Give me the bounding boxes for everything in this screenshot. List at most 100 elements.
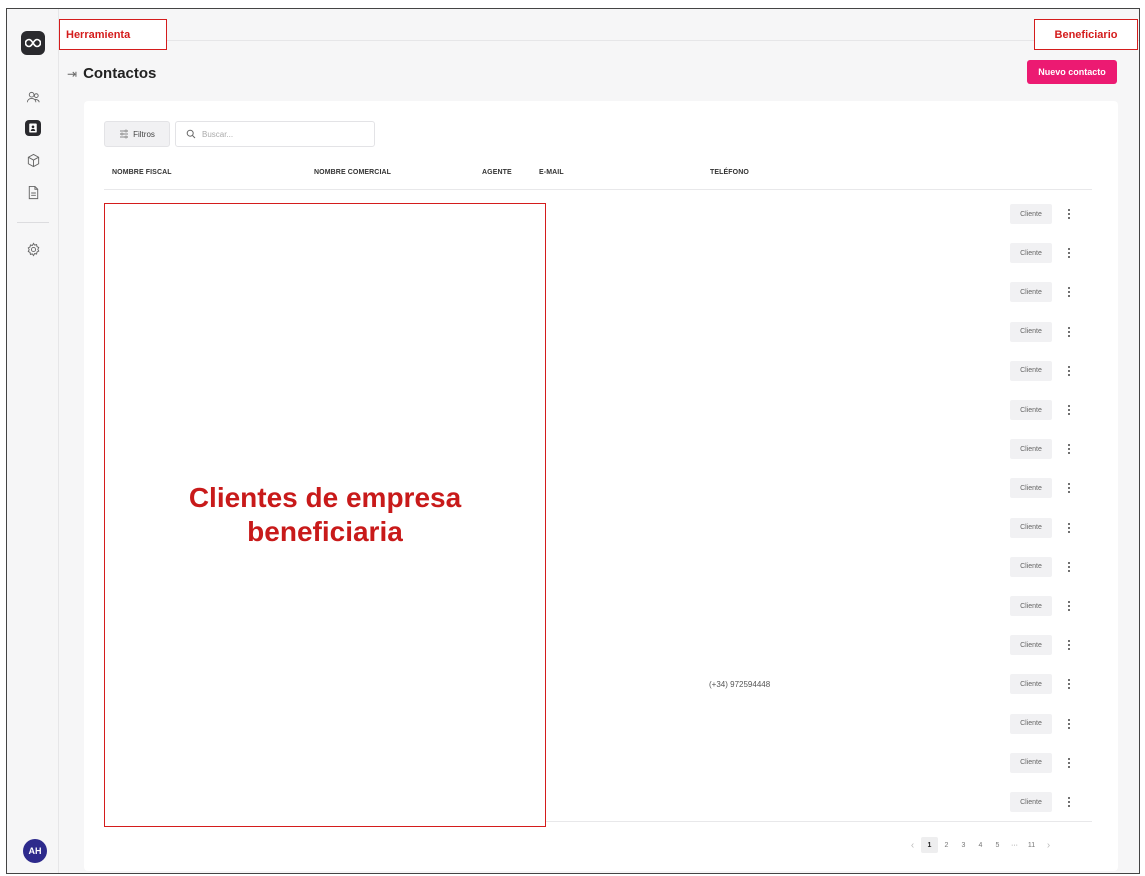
column-header-email[interactable]: E-MAIL bbox=[539, 169, 564, 176]
row-actions-kebab-icon[interactable] bbox=[1064, 243, 1074, 263]
kebab-dot bbox=[1068, 256, 1070, 259]
row-actions-kebab-icon[interactable] bbox=[1064, 557, 1074, 577]
row-actions-kebab-icon[interactable] bbox=[1064, 792, 1074, 812]
column-header-nombre-comercial[interactable]: NOMBRE COMERCIAL bbox=[314, 169, 391, 176]
row-actions-kebab-icon[interactable] bbox=[1064, 714, 1074, 734]
row-actions-kebab-icon[interactable] bbox=[1064, 204, 1074, 224]
search-box[interactable] bbox=[175, 121, 375, 147]
contact-type-badge: Cliente bbox=[1010, 360, 1052, 381]
kebab-dot bbox=[1068, 248, 1070, 251]
pagination-page-4[interactable]: 4 bbox=[972, 837, 989, 853]
kebab-dot bbox=[1068, 491, 1070, 494]
kebab-dot bbox=[1068, 530, 1070, 533]
kebab-dot bbox=[1068, 487, 1070, 490]
contact-type-badge: Cliente bbox=[1010, 478, 1052, 499]
kebab-dot bbox=[1068, 683, 1070, 686]
sidebar-item-address-book[interactable] bbox=[25, 120, 41, 136]
row-actions-kebab-icon[interactable] bbox=[1064, 518, 1074, 538]
kebab-dot bbox=[1068, 334, 1070, 337]
row-actions-kebab-icon[interactable] bbox=[1064, 361, 1074, 381]
kebab-dot bbox=[1068, 209, 1070, 211]
contact-type-badge: Cliente bbox=[1010, 752, 1052, 773]
kebab-dot bbox=[1068, 761, 1070, 764]
contact-type-badge: Cliente bbox=[1010, 400, 1052, 420]
annotation-beneficiary-label: Beneficiario bbox=[1034, 19, 1138, 50]
column-header-nombre-fiscal[interactable]: NOMBRE FISCAL bbox=[112, 169, 172, 176]
kebab-dot bbox=[1068, 291, 1070, 294]
kebab-dot bbox=[1068, 369, 1070, 372]
kebab-dot bbox=[1068, 413, 1070, 415]
table-header-divider bbox=[104, 189, 1092, 190]
column-header-agente[interactable]: AGENTE bbox=[482, 169, 512, 176]
kebab-dot bbox=[1068, 757, 1070, 760]
kebab-dot bbox=[1068, 605, 1070, 607]
kebab-dot bbox=[1068, 648, 1070, 651]
pagination-page-11[interactable]: 11 bbox=[1023, 837, 1040, 853]
settings-gear-icon bbox=[27, 242, 39, 256]
sidebar-item-settings[interactable] bbox=[23, 239, 43, 259]
row-actions-kebab-icon[interactable] bbox=[1064, 322, 1074, 342]
pagination-prev-button[interactable]: ‹ bbox=[904, 837, 921, 853]
kebab-dot bbox=[1068, 330, 1070, 333]
contact-type-badge: Cliente bbox=[1010, 243, 1052, 264]
row-actions-kebab-icon[interactable] bbox=[1064, 400, 1074, 420]
row-actions-kebab-icon[interactable] bbox=[1064, 596, 1074, 616]
pagination-ellipsis[interactable]: ··· bbox=[1006, 837, 1023, 853]
kebab-dot bbox=[1068, 687, 1070, 690]
kebab-dot bbox=[1068, 444, 1070, 447]
pagination-page-1[interactable]: 1 bbox=[921, 837, 938, 853]
row-actions-kebab-icon[interactable] bbox=[1064, 753, 1074, 773]
contact-type-badge: Cliente bbox=[1010, 204, 1052, 224]
kebab-dot bbox=[1068, 526, 1070, 529]
filters-button[interactable]: Filtros bbox=[104, 121, 170, 147]
contact-type-badge: Cliente bbox=[1010, 439, 1052, 460]
kebab-dot bbox=[1068, 679, 1070, 682]
search-icon bbox=[186, 129, 196, 139]
pagination-page-2[interactable]: 2 bbox=[938, 837, 955, 853]
annotation-tool-label: Herramienta bbox=[59, 19, 167, 50]
row-actions-kebab-icon[interactable] bbox=[1064, 635, 1074, 655]
kebab-dot bbox=[1068, 644, 1070, 647]
sidebar-item-products[interactable] bbox=[23, 150, 43, 170]
page-header: ⇥ Contactos bbox=[67, 65, 156, 82]
row-actions-kebab-icon[interactable] bbox=[1064, 674, 1074, 694]
pagination-next-button[interactable]: › bbox=[1040, 837, 1057, 853]
sidebar-item-documents[interactable] bbox=[23, 182, 43, 202]
search-input[interactable] bbox=[202, 129, 362, 139]
kebab-dot bbox=[1068, 483, 1070, 486]
page-title: Contactos bbox=[83, 65, 157, 82]
row-actions-kebab-icon[interactable] bbox=[1064, 478, 1074, 498]
kebab-dot bbox=[1068, 365, 1070, 368]
row-actions-kebab-icon[interactable] bbox=[1064, 439, 1074, 459]
app-logo[interactable] bbox=[21, 31, 45, 55]
kebab-dot bbox=[1068, 722, 1070, 725]
kebab-dot bbox=[1068, 326, 1070, 329]
sidebar-divider bbox=[17, 222, 49, 223]
kebab-dot bbox=[1068, 565, 1070, 568]
kebab-dot bbox=[1068, 609, 1070, 611]
kebab-dot bbox=[1068, 448, 1070, 451]
contacts-group-icon bbox=[26, 91, 40, 102]
pagination: ‹ 1 2 3 4 5 ··· 11 › bbox=[904, 837, 1057, 853]
annotation-region-label: Clientes de empresa beneficiaria bbox=[188, 482, 462, 547]
sidebar-item-contacts-group[interactable] bbox=[23, 87, 43, 107]
filter-sliders-icon bbox=[120, 129, 129, 139]
pagination-page-3[interactable]: 3 bbox=[955, 837, 972, 853]
column-header-telefono[interactable]: TELÉFONO bbox=[710, 169, 749, 176]
kebab-dot bbox=[1068, 295, 1070, 298]
contact-type-badge: Cliente bbox=[1010, 713, 1052, 734]
kebab-dot bbox=[1068, 405, 1070, 407]
contact-type-badge: Cliente bbox=[1010, 635, 1052, 656]
contact-type-badge: Cliente bbox=[1010, 517, 1052, 538]
kebab-dot bbox=[1068, 801, 1070, 803]
contact-type-badge: Cliente bbox=[1010, 282, 1052, 303]
pagination-page-5[interactable]: 5 bbox=[989, 837, 1006, 853]
filters-label: Filtros bbox=[133, 129, 155, 139]
document-icon bbox=[28, 185, 38, 199]
kebab-dot bbox=[1068, 640, 1070, 643]
user-avatar[interactable]: AH bbox=[23, 839, 47, 863]
expand-panel-icon[interactable]: ⇥ bbox=[67, 67, 77, 81]
new-contact-button[interactable]: Nuevo contacto bbox=[1027, 60, 1117, 84]
row-actions-kebab-icon[interactable] bbox=[1064, 282, 1074, 302]
kebab-dot bbox=[1068, 213, 1070, 215]
